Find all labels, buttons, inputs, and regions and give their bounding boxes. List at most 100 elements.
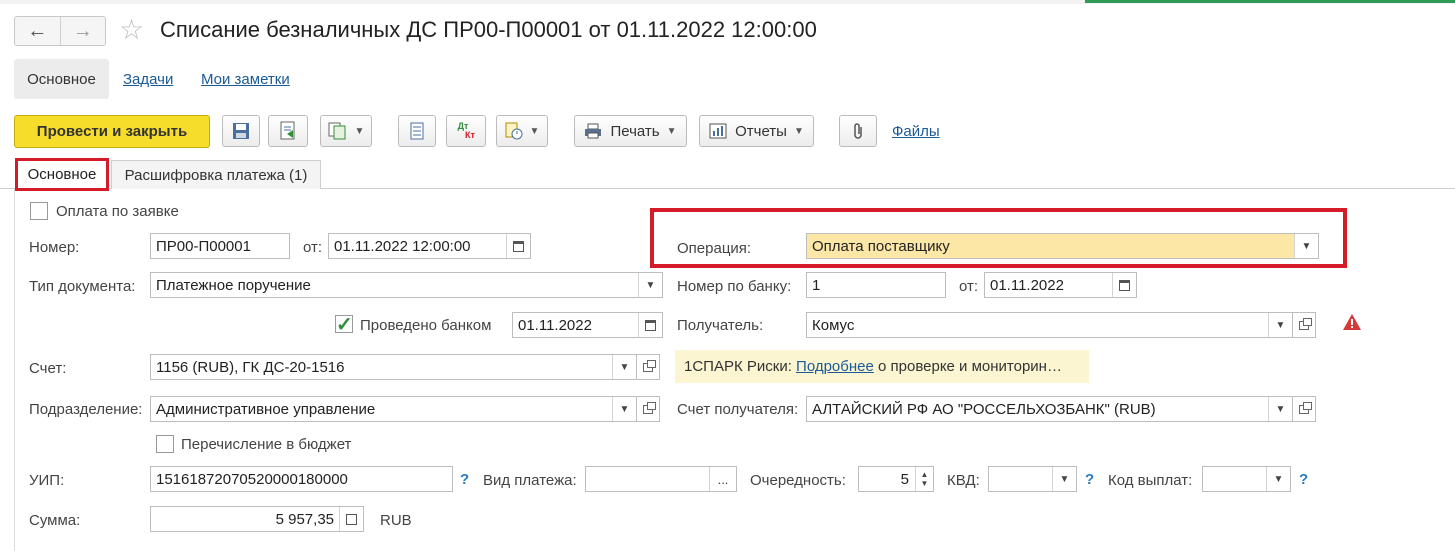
division-value: Административное управление bbox=[156, 400, 376, 418]
uip-help-icon[interactable]: ? bbox=[460, 471, 469, 488]
account-value: 1156 (RUB), ГК ДС-20-1516 bbox=[156, 358, 345, 376]
printer-icon bbox=[585, 123, 602, 139]
priority-value: 5 bbox=[900, 470, 909, 488]
create-based-on-icon bbox=[328, 122, 346, 140]
attach-button[interactable] bbox=[839, 115, 877, 147]
bank-posted-date-value: 01.11.2022 bbox=[518, 316, 592, 334]
chevron-down-icon[interactable]: ▼ bbox=[1266, 467, 1290, 491]
doc-type-value: Платежное поручение bbox=[156, 276, 311, 294]
calculator-icon[interactable] bbox=[339, 507, 363, 531]
budget-transfer-checkbox[interactable] bbox=[156, 435, 174, 453]
forward-button[interactable]: → bbox=[59, 17, 106, 45]
payout-code-label: Код выплат: bbox=[1108, 472, 1193, 489]
print-button[interactable]: Печать ▼ bbox=[574, 115, 687, 147]
recipient-value: Комус bbox=[812, 316, 855, 334]
uip-label: УИП: bbox=[29, 472, 65, 489]
list-icon bbox=[410, 122, 424, 140]
division-select[interactable]: Административное управление ▼ bbox=[150, 396, 637, 422]
priority-stepper[interactable]: 5 ▲ ▼ bbox=[858, 466, 934, 492]
open-account-icon[interactable] bbox=[637, 354, 660, 380]
form-tab-tasks[interactable]: Задачи bbox=[123, 71, 173, 88]
sum-value: 5 957,35 bbox=[275, 510, 334, 528]
open-division-icon[interactable] bbox=[637, 396, 660, 422]
warning-icon[interactable] bbox=[1342, 313, 1362, 331]
bank-number-field[interactable]: 1 bbox=[806, 272, 946, 298]
form-tab-notes[interactable]: Мои заметки bbox=[201, 71, 290, 88]
post-and-close-button[interactable]: Провести и закрыть bbox=[14, 115, 210, 148]
date-field[interactable]: 01.11.2022 12:00:00 bbox=[328, 233, 531, 259]
save-button[interactable] bbox=[222, 115, 260, 147]
document-clock-icon bbox=[505, 122, 523, 140]
chevron-down-icon: ▼ bbox=[354, 125, 365, 137]
form-tab-main[interactable]: Основное bbox=[14, 59, 109, 99]
operation-value: Оплата поставщику bbox=[812, 237, 950, 255]
spark-details-link[interactable]: Подробнее bbox=[796, 358, 874, 375]
chevron-down-icon[interactable]: ▼ bbox=[1268, 397, 1292, 421]
doc-type-label: Тип документа: bbox=[29, 278, 136, 295]
uip-value: 15161872070520000180000 bbox=[156, 470, 348, 488]
doc-type-select[interactable]: Платежное поручение ▼ bbox=[150, 272, 663, 298]
calendar-icon[interactable] bbox=[1112, 273, 1136, 297]
chevron-down-icon[interactable]: ▼ bbox=[612, 355, 636, 379]
operation-select[interactable]: Оплата поставщику ▼ bbox=[806, 233, 1319, 259]
ellipsis-icon[interactable]: ... bbox=[709, 467, 736, 491]
chevron-down-icon[interactable]: ▼ bbox=[638, 273, 662, 297]
calendar-icon[interactable] bbox=[506, 234, 530, 258]
payout-code-help-icon[interactable]: ? bbox=[1299, 471, 1308, 488]
open-recipient-icon[interactable] bbox=[1293, 312, 1316, 338]
calendar-icon[interactable] bbox=[638, 313, 662, 337]
chevron-down-icon: ▼ bbox=[529, 125, 540, 137]
favorite-star-icon[interactable]: ☆ bbox=[119, 15, 144, 45]
bank-date-field[interactable]: 01.11.2022 bbox=[984, 272, 1137, 298]
recipient-account-select[interactable]: АЛТАЙСКИЙ РФ АО "РОССЕЛЬХОЗБАНК" (RUB) ▼ bbox=[806, 396, 1293, 422]
bank-posted-label: Проведено банком bbox=[360, 317, 492, 334]
sum-field[interactable]: 5 957,35 bbox=[150, 506, 364, 532]
tab-main[interactable]: Основное bbox=[15, 158, 109, 191]
recipient-account-value: АЛТАЙСКИЙ РФ АО "РОССЕЛЬХОЗБАНК" (RUB) bbox=[812, 400, 1156, 418]
chevron-down-icon: ▼ bbox=[666, 125, 677, 137]
operation-label: Операция: bbox=[677, 240, 752, 257]
by-request-label: Оплата по заявке bbox=[56, 203, 179, 220]
date-value: 01.11.2022 12:00:00 bbox=[334, 237, 471, 255]
number-field[interactable]: ПР00-П00001 bbox=[150, 233, 290, 259]
post-button[interactable] bbox=[268, 115, 308, 147]
number-value: ПР00-П00001 bbox=[156, 237, 251, 255]
spark-risk-notice: 1СПАРК Риски: Подробнее о проверке и мон… bbox=[675, 350, 1089, 383]
kvd-select[interactable]: ▼ bbox=[988, 466, 1077, 492]
bank-posted-checkbox[interactable]: ✓ bbox=[335, 315, 353, 335]
chevron-down-icon[interactable]: ▼ bbox=[612, 397, 636, 421]
kvd-label: КВД: bbox=[947, 472, 980, 489]
chevron-down-icon[interactable]: ▼ bbox=[1052, 467, 1076, 491]
spin-arrows-icon[interactable]: ▲ ▼ bbox=[915, 467, 933, 491]
payment-type-field[interactable]: ... bbox=[585, 466, 737, 492]
files-link[interactable]: Файлы bbox=[892, 123, 940, 140]
payment-type-label: Вид платежа: bbox=[483, 472, 577, 489]
recipient-account-label: Счет получателя: bbox=[677, 401, 799, 418]
account-select[interactable]: 1156 (RUB), ГК ДС-20-1516 ▼ bbox=[150, 354, 637, 380]
bank-posted-date-field[interactable]: 01.11.2022 bbox=[512, 312, 663, 338]
chevron-down-icon[interactable]: ▼ bbox=[1268, 313, 1292, 337]
reports-label: Отчеты bbox=[735, 122, 787, 140]
recipient-label: Получатель: bbox=[677, 317, 764, 334]
spark-suffix: о проверке и мониторин… bbox=[878, 358, 1062, 375]
floppy-icon bbox=[233, 123, 249, 139]
journal-button[interactable] bbox=[398, 115, 436, 147]
account-label: Счет: bbox=[29, 360, 67, 377]
chevron-down-icon[interactable]: ▼ bbox=[1294, 234, 1318, 258]
back-button[interactable]: ← bbox=[15, 17, 60, 45]
report-icon bbox=[709, 123, 727, 139]
create-based-on-button[interactable]: ▼ bbox=[320, 115, 372, 147]
active-window-indicator bbox=[1085, 0, 1455, 3]
uip-field[interactable]: 15161872070520000180000 bbox=[150, 466, 453, 492]
payout-code-select[interactable]: ▼ bbox=[1202, 466, 1291, 492]
content-left-border bbox=[14, 189, 15, 551]
open-recipient-account-icon[interactable] bbox=[1293, 396, 1316, 422]
linked-documents-button[interactable]: ▼ bbox=[496, 115, 548, 147]
reports-button[interactable]: Отчеты ▼ bbox=[699, 115, 814, 147]
recipient-select[interactable]: Комус ▼ bbox=[806, 312, 1293, 338]
date-label: от: bbox=[303, 239, 323, 256]
by-request-checkbox[interactable] bbox=[30, 202, 48, 220]
dt-kt-button[interactable]: Дт Кт bbox=[446, 115, 486, 147]
tab-payment-breakdown[interactable]: Расшифровка платежа (1) bbox=[111, 160, 321, 189]
kvd-help-icon[interactable]: ? bbox=[1085, 471, 1094, 488]
